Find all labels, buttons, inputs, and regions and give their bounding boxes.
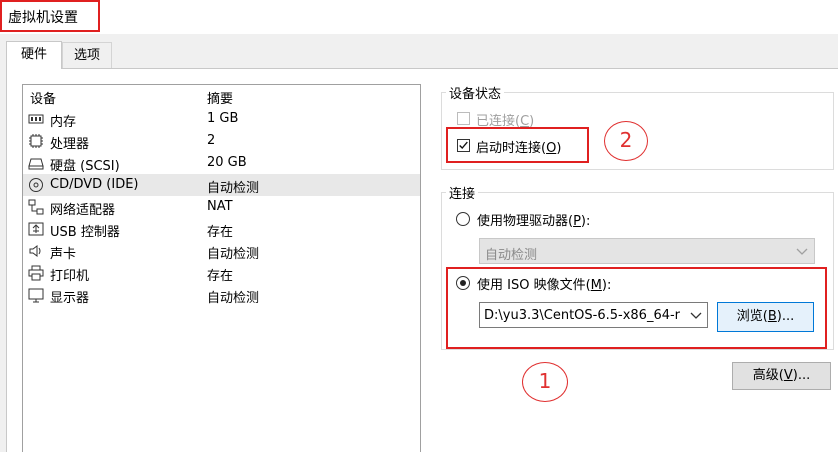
device-summary: 20 GB: [207, 155, 247, 170]
network-icon: [28, 199, 44, 215]
title-bar: [0, 0, 838, 34]
device-summary: 自动检测: [207, 181, 260, 196]
device-name: CD/DVD (IDE): [50, 177, 139, 192]
column-header-summary[interactable]: 摘要: [207, 88, 233, 107]
device-row-memory[interactable]: 内存 1 GB: [23, 108, 420, 130]
device-status-title: 设备状态: [446, 83, 505, 102]
annotation-box-title: [0, 0, 100, 32]
column-header-device[interactable]: 设备: [30, 88, 56, 107]
device-summary: NAT: [207, 199, 233, 214]
connected-checkbox[interactable]: [457, 112, 470, 125]
annotation-box-iso: [446, 267, 827, 349]
device-row-processor[interactable]: 处理器 2: [23, 130, 420, 152]
device-summary: 自动检测: [207, 291, 260, 306]
device-row-usb[interactable]: USB 控制器 存在: [23, 218, 420, 240]
tab-options[interactable]: 选项: [62, 42, 112, 68]
annotation-circle-1: 1: [522, 362, 568, 402]
device-row-cd-dvd[interactable]: CD/DVD (IDE) 自动检测: [23, 174, 420, 196]
connection-title: 连接: [446, 183, 479, 202]
tab-strip: [0, 34, 838, 68]
annotation-box-connect-on-start: [446, 127, 589, 163]
device-name: 声卡: [50, 247, 77, 262]
device-name: USB 控制器: [50, 225, 120, 240]
device-name: 显示器: [50, 291, 90, 306]
annotation-circle-2: 2: [604, 121, 648, 161]
physical-drive-select-value: 自动检测: [485, 248, 538, 263]
cpu-icon: [29, 134, 43, 148]
speaker-icon: [29, 245, 41, 257]
device-name: 内存: [50, 115, 77, 130]
device-summary: 1 GB: [207, 111, 239, 126]
physical-drive-radio[interactable]: [456, 212, 470, 226]
device-name: 打印机: [50, 269, 90, 284]
device-row-sound[interactable]: 声卡 自动检测: [23, 240, 420, 262]
harddisk-icon: [28, 158, 44, 170]
device-name: 硬盘 (SCSI): [50, 159, 120, 174]
device-name: 处理器: [50, 137, 90, 152]
device-summary: 存在: [207, 269, 234, 284]
device-row-display[interactable]: 显示器 自动检测: [23, 284, 420, 306]
printer-icon: [28, 265, 44, 281]
usb-icon: [28, 222, 44, 236]
device-summary: 存在: [207, 225, 234, 240]
memory-icon: [28, 114, 44, 124]
device-row-harddisk[interactable]: 硬盘 (SCSI) 20 GB: [23, 152, 420, 174]
device-name: 网络适配器: [50, 203, 116, 218]
physical-drive-label: 使用物理驱动器(P):: [477, 214, 591, 229]
device-row-network[interactable]: 网络适配器 NAT: [23, 196, 420, 218]
monitor-icon: [28, 288, 44, 303]
chevron-down-icon: [796, 248, 808, 255]
physical-drive-select[interactable]: 自动检测: [479, 238, 815, 264]
device-summary: 2: [207, 133, 216, 148]
advanced-button[interactable]: 高级(V)...: [732, 362, 831, 390]
tab-hardware[interactable]: 硬件: [6, 41, 62, 69]
device-row-printer[interactable]: 打印机 存在: [23, 262, 420, 284]
cd-dvd-icon: [29, 178, 43, 192]
device-summary: 自动检测: [207, 247, 260, 262]
